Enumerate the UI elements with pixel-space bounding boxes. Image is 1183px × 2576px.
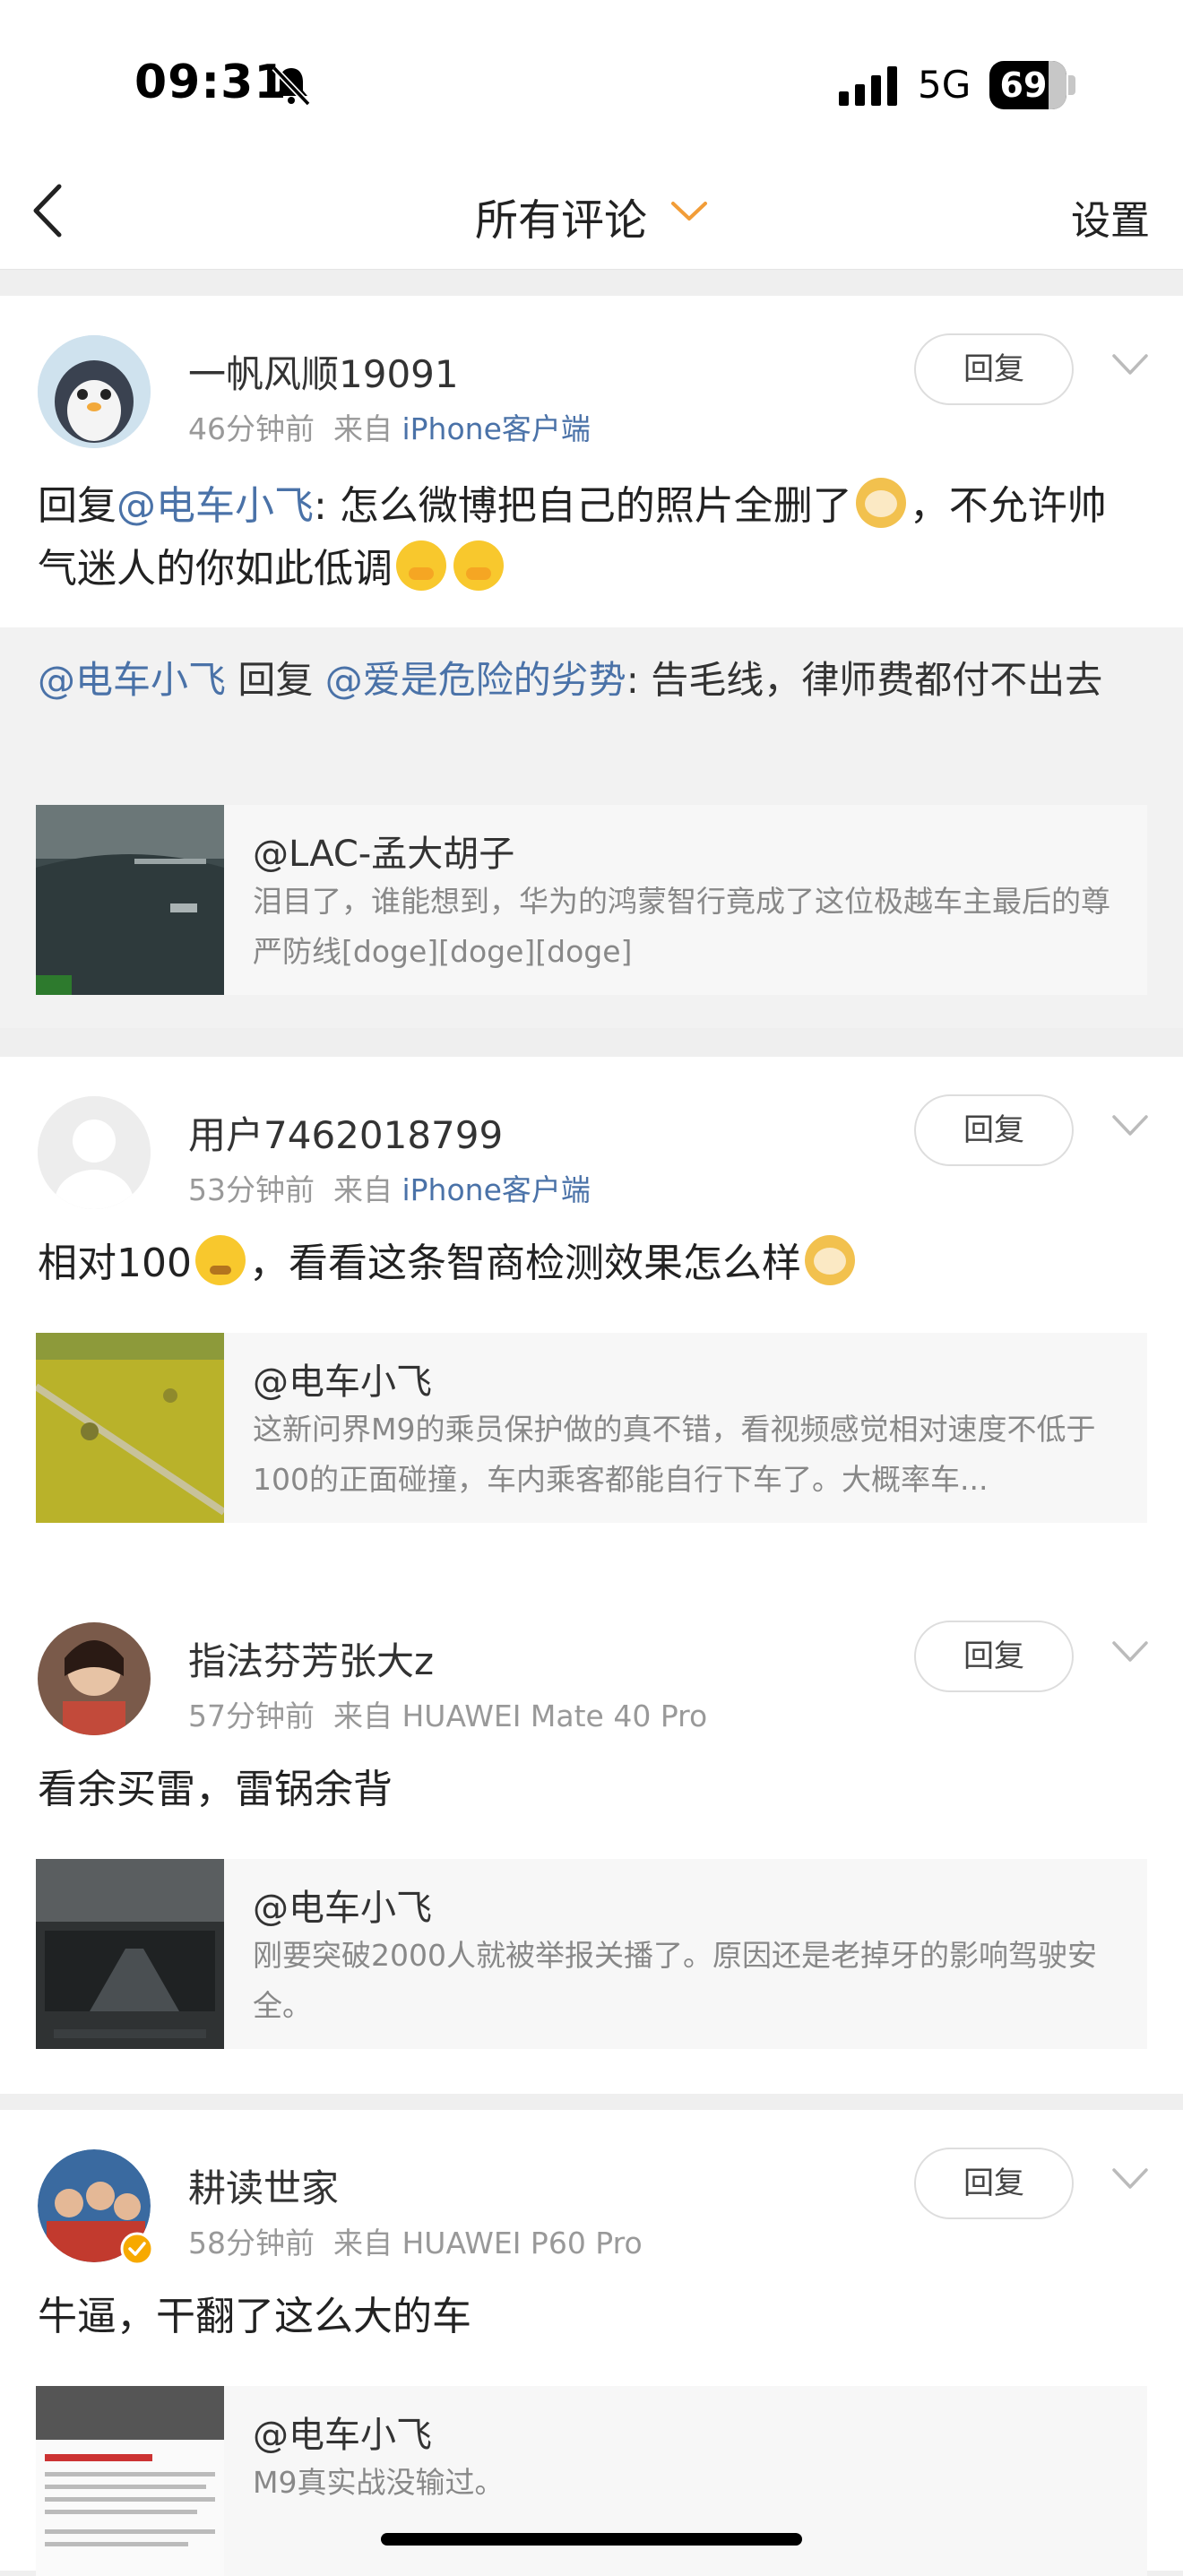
mention-link[interactable]: @电车小飞 [117, 483, 314, 529]
comment-card: 用户7462018799 53分钟前 来自 iPhone客户端 回复 相对100… [0, 1057, 1183, 1583]
reply-button[interactable]: 回复 [914, 2148, 1074, 2219]
avatar[interactable] [38, 2149, 154, 2266]
shushing-emoji-icon [396, 540, 446, 591]
avatar[interactable] [38, 1096, 151, 1209]
shared-post-thumbnail [36, 1333, 224, 1523]
comment-card: 指法芬芳张大z 57分钟前 来自 HUAWEI Mate 40 Pro 回复 看… [0, 1583, 1183, 2094]
network-type: 5G [918, 63, 971, 107]
nav-bar: 所有评论 设置 [0, 161, 1183, 270]
quoted-text: : 告毛线，律师费都付不出去 [626, 658, 1103, 702]
comment-content: 回复@电车小飞: 怎么微博把自己的照片全删了 ，不允许帅气迷人的你如此低调 [38, 475, 1140, 601]
quoted-reply-text: @电车小飞 回复 @爱是危险的劣势: 告毛线，律师费都付不出去 [38, 651, 1140, 710]
username[interactable]: 指法芬芳张大z [188, 1631, 434, 1686]
doge-emoji-icon [855, 478, 906, 528]
battery-icon: 69 [989, 61, 1066, 109]
comment-time: 58分钟前 [188, 2226, 315, 2260]
chevron-down-icon[interactable] [1111, 2167, 1149, 2191]
reply-word: 回复 [226, 658, 325, 702]
shared-post-text: M9真实战没输过。 [253, 2465, 505, 2500]
username[interactable]: 用户7462018799 [188, 1105, 503, 1160]
settings-button[interactable]: 设置 [1071, 188, 1150, 246]
shared-post-author: @电车小飞 [253, 1361, 432, 1403]
mention-link[interactable]: @电车小飞 [38, 658, 226, 702]
shared-post-text: 泪目了，谁能想到，华为的鸿蒙智行竟成了这位极越车主最后的尊严防线[doge][d… [253, 884, 1110, 969]
comment-content: 相对100 ，看看这条智商检测效果怎么样 [38, 1232, 1140, 1295]
comment-time: 46分钟前 [188, 411, 315, 446]
shared-post-card[interactable]: @LAC-孟大胡子 泪目了，谁能想到，华为的鸿蒙智行竟成了这位极越车主最后的尊严… [36, 805, 1147, 995]
chevron-down-icon[interactable] [1111, 353, 1149, 376]
reply-button[interactable]: 回复 [914, 1094, 1074, 1166]
shared-post-author: @电车小飞 [253, 1888, 432, 1929]
page-title[interactable]: 所有评论 [475, 185, 647, 247]
shared-post-card[interactable]: @电车小飞 M9真实战没输过。 [36, 2386, 1147, 2576]
shushing-emoji-icon [453, 540, 504, 591]
comment-content: 看余买雷，雷锅余背 [38, 1759, 1140, 1821]
reply-button[interactable]: 回复 [914, 1621, 1074, 1692]
shared-post-thumbnail [36, 805, 224, 995]
doge-emoji-icon [804, 1235, 855, 1285]
verified-badge-icon [120, 2232, 154, 2266]
back-icon[interactable] [27, 179, 72, 242]
comment-time: 53分钟前 [188, 1172, 315, 1207]
comment-text: 牛逼，干翻了这么大的车 [38, 2294, 471, 2339]
comment-meta: 58分钟前 来自 HUAWEI P60 Pro [188, 2219, 643, 2262]
reply-button[interactable]: 回复 [914, 333, 1074, 405]
thinking-emoji-icon [194, 1235, 246, 1285]
quoted-reply[interactable]: @电车小飞 回复 @爱是危险的劣势: 告毛线，律师费都付不出去 @LAC-孟大胡… [0, 627, 1183, 1028]
shared-post-text: 刚要突破2000人就被举报关播了。原因还是老掉牙的影响驾驶安全。 [253, 1938, 1097, 2023]
client-source: HUAWEI Mate 40 Pro [402, 1699, 708, 1733]
avatar[interactable] [38, 335, 151, 448]
comment-meta: 46分钟前 来自 iPhone客户端 [188, 405, 591, 448]
client-source[interactable]: iPhone客户端 [402, 1172, 590, 1207]
shared-post-thumbnail [36, 2386, 224, 2576]
chevron-down-icon[interactable] [1111, 1640, 1149, 1664]
shared-post-card[interactable]: @电车小飞 刚要突破2000人就被举报关播了。原因还是老掉牙的影响驾驶安全。 [36, 1859, 1147, 2049]
chevron-down-icon[interactable] [670, 201, 708, 222]
from-label: 来自 [332, 1699, 393, 1733]
comment-text: 相对100 [38, 1240, 192, 1286]
mention-link[interactable]: @爱是危险的劣势 [325, 658, 626, 702]
username[interactable]: 一帆风顺19091 [188, 344, 459, 399]
username[interactable]: 耕读世家 [188, 2158, 339, 2213]
avatar[interactable] [38, 1622, 151, 1735]
comment-card: 耕读世家 58分钟前 来自 HUAWEI P60 Pro 回复 牛逼，干翻了这么… [0, 2110, 1183, 2576]
mute-bell-icon [272, 65, 311, 107]
comment-content: 牛逼，干翻了这么大的车 [38, 2286, 1140, 2348]
from-label: 来自 [332, 1172, 393, 1207]
comment-text: 看余买雷，雷锅余背 [38, 1767, 393, 1812]
shared-post-card[interactable]: @电车小飞 这新问界M9的乘员保护做的真不错，看视频感觉相对速度不低于100的正… [36, 1333, 1147, 1523]
battery-level: 69 [999, 65, 1048, 105]
status-time: 09:31 [134, 56, 288, 109]
comment-text: : 怎么微博把自己的照片全删了 [314, 483, 852, 529]
comment-meta: 53分钟前 来自 iPhone客户端 [188, 1166, 591, 1209]
shared-post-author: @LAC-孟大胡子 [253, 834, 515, 875]
shared-post-thumbnail [36, 1859, 224, 2049]
reply-prefix: 回复 [38, 483, 117, 529]
battery-tip [1068, 75, 1075, 95]
signal-icon [839, 66, 897, 106]
client-source: HUAWEI P60 Pro [402, 2226, 643, 2260]
comment-text-2: ，看看这条智商检测效果怎么样 [248, 1240, 801, 1286]
shared-post-text: 这新问界M9的乘员保护做的真不错，看视频感觉相对速度不低于100的正面碰撞，车内… [253, 1412, 1096, 1497]
chevron-down-icon[interactable] [1111, 1114, 1149, 1137]
status-bar: 09:31 5G 69 [0, 0, 1183, 161]
comment-time: 57分钟前 [188, 1699, 315, 1733]
home-indicator[interactable] [381, 2533, 802, 2546]
comment-card: 一帆风顺19091 46分钟前 来自 iPhone客户端 回复 回复@电车小飞:… [0, 296, 1183, 1028]
shared-post-author: @电车小飞 [253, 2415, 432, 2456]
comment-meta: 57分钟前 来自 HUAWEI Mate 40 Pro [188, 1692, 707, 1735]
from-label: 来自 [332, 411, 393, 446]
from-label: 来自 [332, 2226, 393, 2260]
client-source[interactable]: iPhone客户端 [402, 411, 590, 446]
